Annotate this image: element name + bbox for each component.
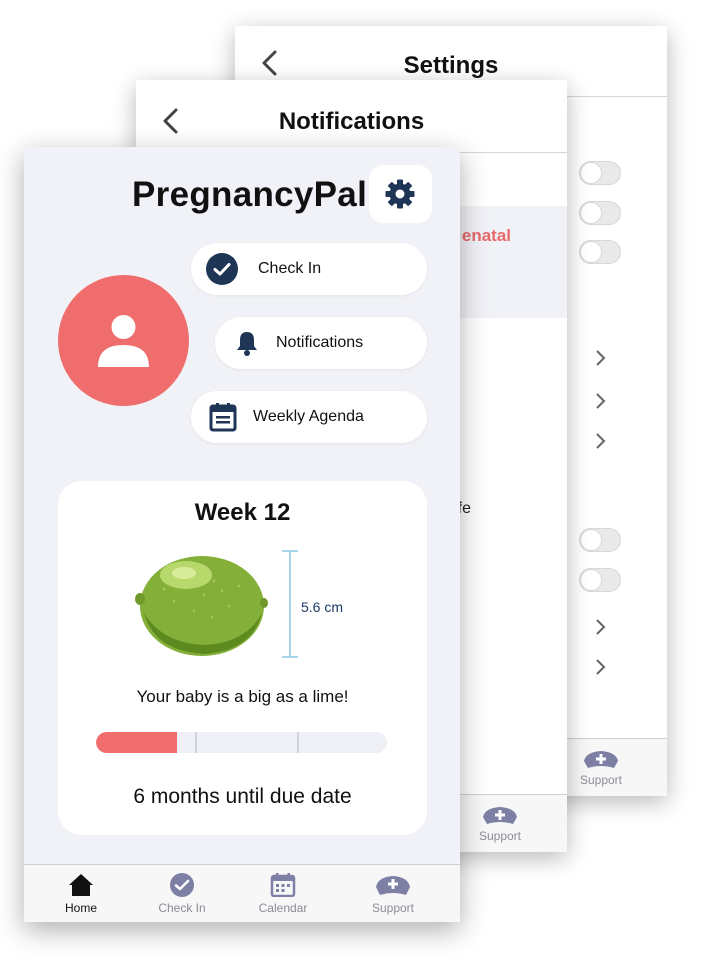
- home-icon: [69, 874, 93, 896]
- bell-icon: [237, 332, 257, 356]
- settings-toggle[interactable]: [579, 240, 621, 264]
- settings-toggle[interactable]: [579, 161, 621, 185]
- nav-support-label: Support: [579, 773, 623, 787]
- gear-icon: [385, 179, 415, 209]
- app-title: PregnancyPal: [132, 175, 368, 214]
- nav-check-in-label: Check In: [158, 901, 206, 915]
- week-label: Week 12: [194, 499, 291, 526]
- settings-toggle[interactable]: [579, 528, 621, 552]
- nav-home[interactable]: Home: [41, 873, 121, 915]
- nav-calendar[interactable]: Calendar: [243, 873, 323, 915]
- due-date-text: 6 months until due date: [133, 785, 352, 808]
- nav-check-in[interactable]: Check In: [142, 873, 222, 915]
- progress-fill: [96, 732, 178, 753]
- calendar-icon: [270, 873, 296, 897]
- settings-button[interactable]: [369, 165, 432, 223]
- chevron-right-icon[interactable]: [593, 392, 607, 410]
- nav-support[interactable]: Support: [460, 805, 540, 843]
- chevron-right-icon[interactable]: [593, 432, 607, 450]
- weekly-agenda-button[interactable]: Weekly Agenda: [191, 391, 427, 443]
- notifications-title: Notifications: [278, 108, 425, 135]
- avatar[interactable]: [58, 275, 189, 406]
- settings-toggle[interactable]: [579, 568, 621, 592]
- trimester-marker: [297, 732, 299, 753]
- support-icon: [376, 876, 410, 895]
- check-circle-icon: [206, 253, 238, 285]
- support-icon: [584, 751, 618, 768]
- nav-calendar-label: Calendar: [258, 901, 308, 915]
- trimester-marker: [195, 732, 197, 753]
- support-icon: [483, 807, 517, 824]
- size-label: 5.6 cm: [301, 599, 344, 615]
- pregnancy-progress-bar: [96, 732, 387, 753]
- bottom-nav: Home Check In Calendar Support: [24, 864, 460, 922]
- week-card: Week 12 5.6 cm Your baby is a big as a l…: [58, 481, 427, 835]
- check-in-button[interactable]: Check In: [191, 243, 427, 295]
- notifications-header: Notifications: [136, 80, 567, 153]
- nav-support-label: Support: [478, 829, 522, 843]
- settings-title: Settings: [403, 52, 499, 79]
- chevron-right-icon[interactable]: [593, 349, 607, 367]
- nav-support-label: Support: [371, 901, 415, 915]
- weekly-agenda-label: Weekly Agenda: [253, 408, 364, 425]
- lime-illustration: [135, 556, 268, 656]
- home-screen: PregnancyPal Check In Notifications Week…: [24, 147, 460, 922]
- chevron-right-icon[interactable]: [593, 658, 607, 676]
- check-circle-icon: [170, 873, 194, 897]
- nav-support[interactable]: Support: [561, 749, 641, 787]
- user-icon: [98, 315, 149, 367]
- nav-support[interactable]: Support: [353, 873, 433, 915]
- calendar-icon: [209, 403, 237, 432]
- notifications-label: Notifications: [276, 334, 364, 351]
- baby-size-message: Your baby is a big as a lime!: [136, 687, 349, 706]
- size-ruler: [282, 550, 298, 658]
- chevron-right-icon[interactable]: [593, 618, 607, 636]
- nav-home-label: Home: [64, 901, 97, 915]
- notifications-button[interactable]: Notifications: [215, 317, 427, 369]
- check-in-label: Check In: [258, 260, 322, 277]
- settings-toggle[interactable]: [579, 201, 621, 225]
